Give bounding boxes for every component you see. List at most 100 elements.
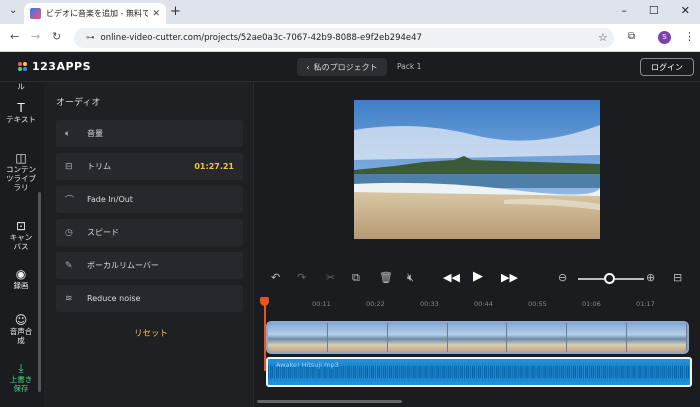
sidebar-item-partial[interactable]: ル	[0, 82, 42, 91]
playback-toolbar: ↶ ↷ ✂ ⧉ 🗑︎ 🔇︎ ◀◀ ▶ ▶▶ ⊖ ⊕ ⊟	[255, 265, 700, 293]
text-icon: T	[17, 101, 25, 115]
vocal-remover-icon: ✎	[65, 260, 73, 271]
playhead[interactable]	[264, 301, 266, 371]
volume-icon: 🔈︎	[65, 128, 71, 139]
sidebar-item-canvas[interactable]: ⊡ キャンバス	[0, 219, 42, 251]
option-label: トリム	[87, 162, 111, 171]
video-thumbnail	[387, 323, 448, 352]
sidebar-item-record[interactable]: ◉ 録画	[0, 267, 42, 290]
tab-search-icon[interactable]: ⌄	[9, 5, 17, 16]
more-options-icon[interactable]: ⊟	[673, 271, 682, 284]
mute-icon[interactable]: 🔇︎	[407, 271, 414, 285]
sidebar-item-text[interactable]: T テキスト	[0, 101, 42, 124]
zoom-out-icon[interactable]: ⊖	[558, 271, 567, 284]
volume-option[interactable]: 🔈︎ 音量	[56, 120, 243, 147]
fade-icon: ⌒	[65, 196, 75, 206]
window-controls: – ☐ ✕	[621, 4, 690, 17]
my-projects-button[interactable]: ‹ 私のプロジェクト	[297, 58, 387, 76]
sidebar-item-tts[interactable]: ☺ 音声合成	[0, 313, 42, 345]
back-arrow-icon[interactable]: ←	[10, 30, 19, 43]
browser-menu-icon[interactable]: ⋮	[684, 30, 695, 43]
tick-label: 00:22	[366, 300, 385, 308]
undo-icon[interactable]: ↶	[271, 271, 280, 284]
trim-icon: ⊟	[65, 161, 73, 172]
url-text: online-video-cutter.com/projects/52ae0a3…	[100, 33, 422, 43]
sidebar-scrollbar[interactable]	[38, 192, 41, 392]
tool-sidebar: ル T テキスト ◫ コンテンツライブラリ ⊡ キャンバス ◉ 録画 ☺ 音声合…	[0, 82, 44, 407]
delete-icon[interactable]: 🗑︎	[379, 271, 393, 284]
fade-option[interactable]: ⌒ Fade In/Out	[56, 186, 243, 213]
speed-option[interactable]: ◷ スピード	[56, 219, 243, 246]
option-label: Fade In/Out	[87, 195, 133, 204]
video-track[interactable]	[266, 321, 689, 354]
pack-label: Pack 1	[397, 62, 422, 71]
sidebar-item-content-library[interactable]: ◫ コンテンツライブラリ	[0, 151, 42, 192]
reload-icon[interactable]: ↻	[52, 30, 61, 43]
logo-dots-icon	[18, 62, 27, 71]
zoom-in-icon[interactable]: ⊕	[646, 271, 655, 284]
preview-area	[255, 82, 700, 262]
sidebar-item-label: コンテンツライブラリ	[6, 165, 36, 192]
sidebar-item-label: 上書き保存	[9, 375, 33, 393]
login-button[interactable]: ログイン	[640, 58, 694, 76]
zoom-slider-handle[interactable]	[604, 273, 615, 284]
close-window-icon[interactable]: ✕	[681, 4, 690, 17]
trim-option[interactable]: ⊟ トリム 01:27.21	[56, 153, 243, 180]
option-label: スピード	[87, 228, 119, 237]
video-thumbnail	[567, 323, 628, 352]
extensions-icon[interactable]: ⧉	[628, 31, 635, 42]
reset-button[interactable]: リセット	[134, 327, 168, 339]
browser-tab-strip: ⌄ ビデオに音楽を追加 - 無料でビデオ ✕ + – ☐ ✕	[0, 0, 700, 24]
time-ruler[interactable]: 00:11 00:22 00:33 00:44 00:55 01:06 01:1…	[255, 297, 700, 311]
video-preview[interactable]	[354, 100, 600, 239]
bookmark-star-icon[interactable]: ☆	[598, 31, 608, 44]
option-label: Reduce noise	[87, 294, 141, 303]
save-icon: ⤓	[18, 361, 24, 375]
address-bar-row: ← → ↻ ⊶ online-video-cutter.com/projects…	[0, 24, 700, 52]
logo-text: 123APPS	[32, 60, 92, 73]
reduce-noise-option[interactable]: ≋ Reduce noise	[56, 285, 243, 312]
maximize-icon[interactable]: ☐	[649, 4, 659, 17]
tts-icon: ☺	[14, 313, 28, 327]
tick-label: 01:17	[636, 300, 655, 308]
canvas-icon: ⊡	[15, 219, 27, 233]
video-thumbnail	[447, 323, 508, 352]
site-info-icon[interactable]: ⊶	[86, 33, 95, 43]
sidebar-item-label: テキスト	[6, 115, 36, 124]
cut-icon[interactable]: ✂	[326, 271, 335, 284]
timeline-scrollbar[interactable]	[255, 400, 700, 404]
play-icon[interactable]: ▶	[473, 269, 483, 284]
library-icon: ◫	[15, 151, 27, 165]
minimize-icon[interactable]: –	[621, 4, 627, 17]
rewind-icon[interactable]: ◀◀	[443, 271, 460, 284]
tab-title: ビデオに音楽を追加 - 無料でビデオ	[46, 9, 149, 18]
video-thumbnail	[507, 323, 568, 352]
record-icon: ◉	[15, 267, 27, 281]
app-header: 123APPS ‹ 私のプロジェクト Pack 1 ログイン	[0, 52, 700, 82]
tick-label: 00:55	[528, 300, 547, 308]
my-projects-label: 私のプロジェクト	[313, 62, 378, 72]
noise-icon: ≋	[65, 293, 73, 304]
video-thumbnail	[627, 323, 687, 352]
new-tab-icon[interactable]: +	[170, 4, 181, 19]
sidebar-item-label: ル	[17, 82, 25, 91]
logo[interactable]: 123APPS	[18, 60, 91, 73]
video-thumbnail	[327, 323, 388, 352]
audio-track[interactable]: Awake! Hitsuji.mp3	[266, 357, 692, 387]
sidebar-item-label: 音声合成	[9, 327, 33, 345]
fast-forward-icon[interactable]: ▶▶	[501, 271, 518, 284]
close-tab-icon[interactable]: ✕	[152, 9, 160, 19]
sidebar-item-save[interactable]: ⤓ 上書き保存	[0, 361, 42, 393]
beach-scene-image	[354, 100, 600, 239]
vocal-remover-option[interactable]: ✎ ボーカルリムーバー	[56, 252, 243, 279]
forward-arrow-icon[interactable]: →	[31, 30, 40, 43]
profile-avatar[interactable]: S	[658, 31, 671, 44]
browser-tab[interactable]: ビデオに音楽を追加 - 無料でビデオ ✕	[24, 3, 166, 24]
url-field[interactable]: ⊶ online-video-cutter.com/projects/52ae0…	[74, 28, 614, 48]
tick-label: 00:11	[312, 300, 331, 308]
option-label: ボーカルリムーバー	[87, 261, 159, 270]
duplicate-icon[interactable]: ⧉	[352, 271, 360, 285]
tick-label: 01:06	[582, 300, 601, 308]
redo-icon[interactable]: ↷	[297, 271, 306, 284]
tick-label: 00:44	[474, 300, 493, 308]
